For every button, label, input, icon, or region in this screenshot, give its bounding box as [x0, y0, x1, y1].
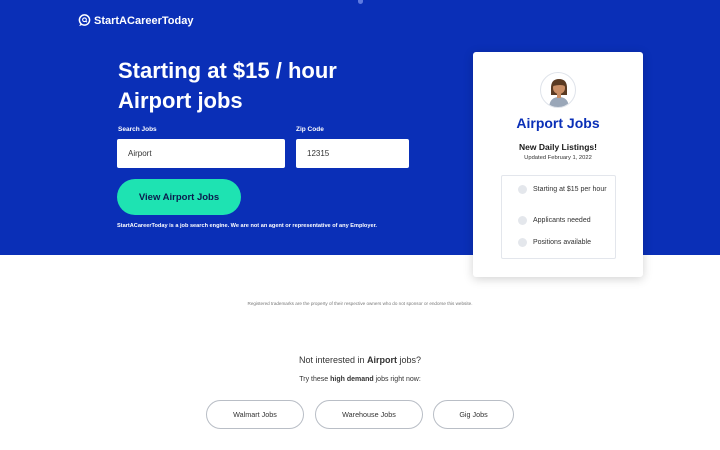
headline-line2: Airport jobs — [118, 88, 243, 113]
list-item: Applicants needed — [518, 216, 591, 225]
try-these-text: Try these high demand jobs right now: — [0, 376, 720, 383]
avatar — [540, 72, 576, 108]
disclaimer-text: StartACareerToday is a job search engine… — [117, 223, 377, 229]
not-interested-suffix: jobs? — [399, 355, 422, 365]
card-title: Airport Jobs — [516, 115, 600, 131]
bullet-circle-icon — [518, 238, 527, 247]
try-prefix: Try these — [299, 376, 329, 383]
search-bubble-icon — [78, 14, 91, 27]
brand-name: StartACareerToday — [94, 14, 194, 27]
list-item-label: Starting at $15 per hour — [533, 186, 607, 193]
jobs-card: Airport Jobs New Daily Listings! Updated… — [473, 52, 643, 277]
card-updated-date: Updated February 1, 2022 — [524, 155, 592, 161]
card-subtitle: New Daily Listings! — [519, 142, 597, 152]
try-bold: high demand — [330, 376, 374, 383]
zip-code-input[interactable] — [296, 139, 409, 168]
list-item-label: Applicants needed — [533, 217, 591, 224]
list-item: Starting at $15 per hour — [518, 185, 607, 194]
list-item-label: Positions available — [533, 239, 591, 246]
search-jobs-input[interactable] — [117, 139, 285, 168]
gig-jobs-button[interactable]: Gig Jobs — [433, 400, 514, 429]
list-item: Positions available — [518, 238, 591, 247]
headline-line1: Starting at $15 / hour — [118, 58, 337, 83]
bullet-circle-icon — [518, 185, 527, 194]
trademark-notice: Registered trademarks are the property o… — [247, 301, 473, 306]
try-suffix: jobs right now: — [375, 376, 421, 383]
warehouse-jobs-button[interactable]: Warehouse Jobs — [315, 400, 423, 429]
view-jobs-button[interactable]: View Airport Jobs — [117, 179, 241, 215]
walmart-jobs-button[interactable]: Walmart Jobs — [206, 400, 304, 429]
search-jobs-label: Search Jobs — [118, 126, 157, 133]
not-interested-heading: Not interested in Airport jobs? — [0, 355, 720, 365]
person-avatar-icon — [549, 79, 569, 107]
not-interested-prefix: Not interested in — [298, 355, 365, 365]
bullet-circle-icon — [518, 216, 527, 225]
not-interested-job: Airport — [367, 355, 398, 365]
top-indicator — [358, 0, 363, 4]
hero-headline: Starting at $15 / hour Airport jobs — [118, 56, 337, 116]
features-list: Starting at $15 per hour Applicants need… — [501, 175, 616, 259]
zip-code-label: Zip Code — [296, 126, 324, 133]
brand-logo[interactable]: StartACareerToday — [78, 14, 193, 27]
